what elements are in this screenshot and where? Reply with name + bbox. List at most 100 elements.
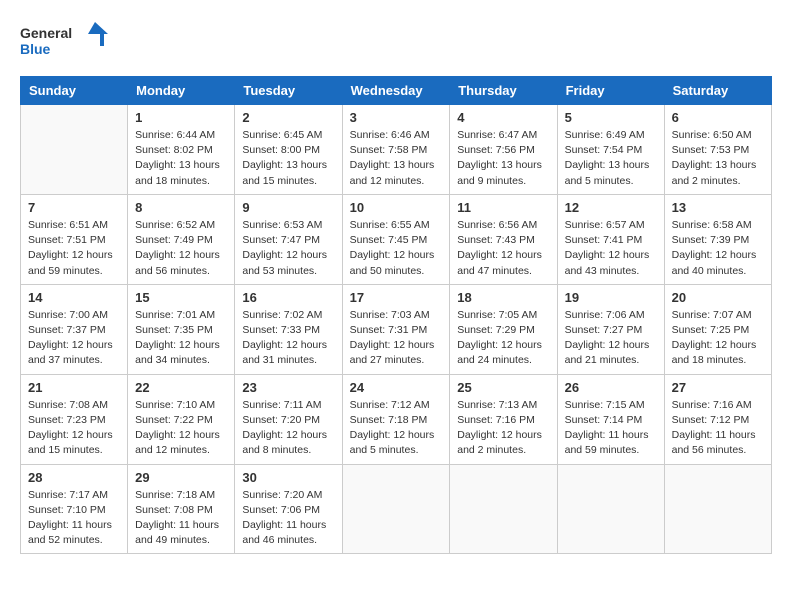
page-header: General Blue [20,20,772,60]
calendar-cell: 29 Sunrise: 7:18 AMSunset: 7:08 PMDayligh… [128,464,235,554]
cell-details: Sunrise: 7:01 AMSunset: 7:35 PMDaylight:… [135,308,227,369]
weekday-header-wednesday: Wednesday [342,77,450,105]
day-number: 13 [672,200,764,215]
weekday-header-tuesday: Tuesday [235,77,342,105]
calendar-cell: 9Sunrise: 6:53 AMSunset: 7:47 PMDaylight… [235,194,342,284]
weekday-header-thursday: Thursday [450,77,557,105]
svg-text:Blue: Blue [20,41,51,57]
cell-details: Sunrise: 7:07 AMSunset: 7:25 PMDaylight:… [672,308,764,369]
calendar-cell: 18 Sunrise: 7:05 AMSunset: 7:29 PMDayligh… [450,284,557,374]
cell-details: Sunrise: 6:50 AMSunset: 7:53 PMDaylight:… [672,128,764,189]
cell-details: Sunrise: 7:02 AMSunset: 7:33 PMDaylight:… [242,308,334,369]
weekday-header-row: SundayMondayTuesdayWednesdayThursdayFrid… [21,77,772,105]
calendar-cell: 28Sunrise: 7:17 AMSunset: 7:10 PMDayligh… [21,464,128,554]
cell-details: Sunrise: 7:03 AMSunset: 7:31 PMDaylight:… [350,308,443,369]
cell-details: Sunrise: 7:00 AMSunset: 7:37 PMDaylight:… [28,308,120,369]
cell-details: Sunrise: 7:18 AMSunset: 7:08 PMDaylight:… [135,488,227,549]
week-row-5: 28Sunrise: 7:17 AMSunset: 7:10 PMDayligh… [21,464,772,554]
day-number: 5 [565,110,657,125]
cell-details: Sunrise: 6:52 AMSunset: 7:49 PMDaylight:… [135,218,227,279]
week-row-4: 21 Sunrise: 7:08 AMSunset: 7:23 PMDayligh… [21,374,772,464]
calendar-cell: 19 Sunrise: 7:06 AMSunset: 7:27 PMDayligh… [557,284,664,374]
week-row-2: 7Sunrise: 6:51 AMSunset: 7:51 PMDaylight… [21,194,772,284]
day-number: 14 [28,290,120,305]
day-number: 11 [457,200,549,215]
day-number: 9 [242,200,334,215]
cell-details: Sunrise: 7:20 AMSunset: 7:06 PMDaylight:… [242,488,334,549]
day-number: 24 [350,380,443,395]
calendar-cell: 11 Sunrise: 6:56 AMSunset: 7:43 PMDayligh… [450,194,557,284]
cell-details: Sunrise: 7:06 AMSunset: 7:27 PMDaylight:… [565,308,657,369]
cell-details: Sunrise: 6:46 AMSunset: 7:58 PMDaylight:… [350,128,443,189]
calendar-cell: 26Sunrise: 7:15 AMSunset: 7:14 PMDayligh… [557,374,664,464]
calendar-cell: 20 Sunrise: 7:07 AMSunset: 7:25 PMDayligh… [664,284,771,374]
calendar-cell: 15 Sunrise: 7:01 AMSunset: 7:35 PMDayligh… [128,284,235,374]
day-number: 7 [28,200,120,215]
calendar-cell: 4Sunrise: 6:47 AMSunset: 7:56 PMDaylight… [450,105,557,195]
cell-details: Sunrise: 6:57 AMSunset: 7:41 PMDaylight:… [565,218,657,279]
day-number: 1 [135,110,227,125]
day-number: 3 [350,110,443,125]
cell-details: Sunrise: 6:56 AMSunset: 7:43 PMDaylight:… [457,218,549,279]
day-number: 12 [565,200,657,215]
calendar-cell: 14 Sunrise: 7:00 AMSunset: 7:37 PMDayligh… [21,284,128,374]
calendar-cell: 6 Sunrise: 6:50 AMSunset: 7:53 PMDaylight… [664,105,771,195]
day-number: 28 [28,470,120,485]
day-number: 20 [672,290,764,305]
calendar-cell [21,105,128,195]
calendar-cell: 27 Sunrise: 7:16 AMSunset: 7:12 PMDayligh… [664,374,771,464]
day-number: 27 [672,380,764,395]
day-number: 29 [135,470,227,485]
calendar-cell: 21 Sunrise: 7:08 AMSunset: 7:23 PMDayligh… [21,374,128,464]
weekday-header-friday: Friday [557,77,664,105]
calendar-cell: 23 Sunrise: 7:11 AMSunset: 7:20 PMDayligh… [235,374,342,464]
svg-text:General: General [20,25,72,41]
day-number: 22 [135,380,227,395]
calendar-cell: 30 Sunrise: 7:20 AMSunset: 7:06 PMDayligh… [235,464,342,554]
calendar-cell: 17 Sunrise: 7:03 AMSunset: 7:31 PMDayligh… [342,284,450,374]
cell-details: Sunrise: 7:05 AMSunset: 7:29 PMDaylight:… [457,308,549,369]
calendar-cell: 13 Sunrise: 6:58 AMSunset: 7:39 PMDayligh… [664,194,771,284]
day-number: 17 [350,290,443,305]
day-number: 15 [135,290,227,305]
calendar-cell: 1Sunrise: 6:44 AMSunset: 8:02 PMDaylight… [128,105,235,195]
cell-details: Sunrise: 7:11 AMSunset: 7:20 PMDaylight:… [242,398,334,459]
weekday-header-sunday: Sunday [21,77,128,105]
calendar-cell: 12 Sunrise: 6:57 AMSunset: 7:41 PMDayligh… [557,194,664,284]
day-number: 19 [565,290,657,305]
day-number: 23 [242,380,334,395]
calendar-cell: 10Sunrise: 6:55 AMSunset: 7:45 PMDayligh… [342,194,450,284]
calendar-cell: 24 Sunrise: 7:12 AMSunset: 7:18 PMDayligh… [342,374,450,464]
calendar-cell [664,464,771,554]
day-number: 6 [672,110,764,125]
cell-details: Sunrise: 6:49 AMSunset: 7:54 PMDaylight:… [565,128,657,189]
calendar-cell: 3 Sunrise: 6:46 AMSunset: 7:58 PMDaylight… [342,105,450,195]
day-number: 25 [457,380,549,395]
logo-svg: General Blue [20,20,110,60]
calendar-cell: 5 Sunrise: 6:49 AMSunset: 7:54 PMDaylight… [557,105,664,195]
calendar-table: SundayMondayTuesdayWednesdayThursdayFrid… [20,76,772,554]
cell-details: Sunrise: 6:58 AMSunset: 7:39 PMDaylight:… [672,218,764,279]
week-row-3: 14 Sunrise: 7:00 AMSunset: 7:37 PMDayligh… [21,284,772,374]
calendar-cell: 22 Sunrise: 7:10 AMSunset: 7:22 PMDayligh… [128,374,235,464]
week-row-1: 1Sunrise: 6:44 AMSunset: 8:02 PMDaylight… [21,105,772,195]
calendar-cell: 25 Sunrise: 7:13 AMSunset: 7:16 PMDayligh… [450,374,557,464]
cell-details: Sunrise: 7:16 AMSunset: 7:12 PMDaylight:… [672,398,764,459]
calendar-cell [450,464,557,554]
cell-details: Sunrise: 7:10 AMSunset: 7:22 PMDaylight:… [135,398,227,459]
cell-details: Sunrise: 7:08 AMSunset: 7:23 PMDaylight:… [28,398,120,459]
cell-details: Sunrise: 6:55 AMSunset: 7:45 PMDaylight:… [350,218,443,279]
day-number: 18 [457,290,549,305]
day-number: 30 [242,470,334,485]
day-number: 2 [242,110,334,125]
cell-details: Sunrise: 6:45 AMSunset: 8:00 PMDaylight:… [242,128,334,189]
day-number: 21 [28,380,120,395]
weekday-header-saturday: Saturday [664,77,771,105]
calendar-cell: 8Sunrise: 6:52 AMSunset: 7:49 PMDaylight… [128,194,235,284]
weekday-header-monday: Monday [128,77,235,105]
cell-details: Sunrise: 7:13 AMSunset: 7:16 PMDaylight:… [457,398,549,459]
calendar-cell: 16Sunrise: 7:02 AMSunset: 7:33 PMDayligh… [235,284,342,374]
day-number: 26 [565,380,657,395]
logo: General Blue [20,20,110,60]
cell-details: Sunrise: 7:12 AMSunset: 7:18 PMDaylight:… [350,398,443,459]
